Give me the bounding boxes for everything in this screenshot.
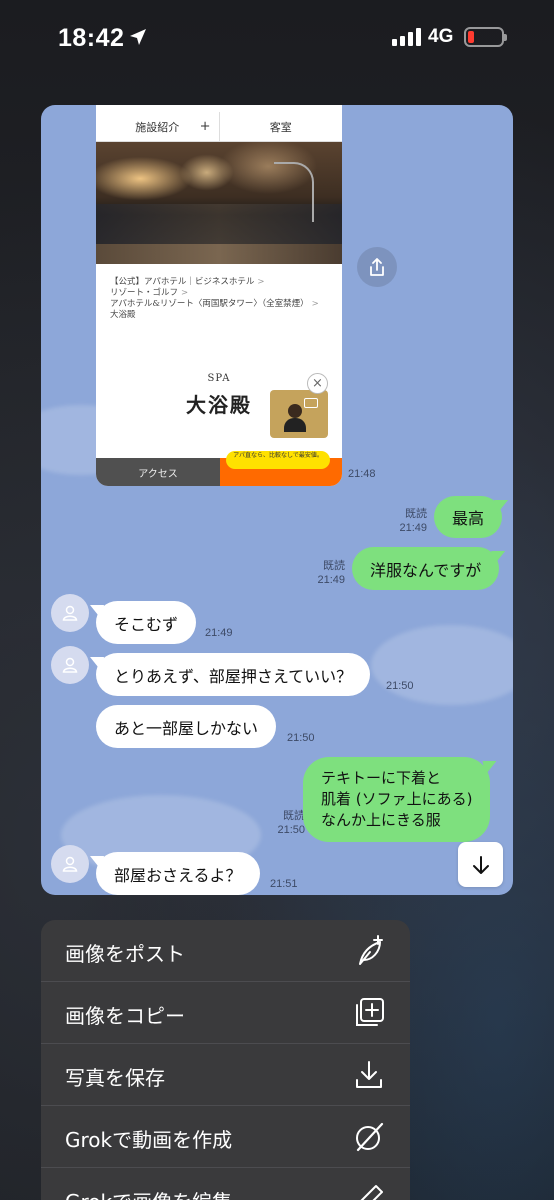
message-bubble-other[interactable]: そこむず bbox=[96, 601, 197, 644]
status-time: 18:42 bbox=[58, 24, 125, 52]
breadcrumb-item: 【公式】アパホテル｜ビジネスホテル bbox=[110, 277, 255, 287]
message-text: テキトーに下着と 肌着 (ソファ上にある) なんか上にきる服 bbox=[321, 769, 473, 829]
battery-icon bbox=[464, 27, 507, 47]
avatar[interactable] bbox=[51, 845, 89, 883]
menu-item-copy-image[interactable]: 画像をコピー bbox=[41, 982, 410, 1044]
message-time: 21:49 bbox=[205, 627, 233, 639]
location-arrow-icon bbox=[128, 27, 148, 51]
message-bubble-other[interactable]: 部屋おさえるよ？ bbox=[96, 852, 260, 895]
context-menu: 画像をポスト 画像をコピー 写真を保存 Grokで動画を作成 Grokで画像を編… bbox=[41, 920, 410, 1200]
person-icon bbox=[62, 657, 78, 673]
menu-item-label: 画像をポスト bbox=[65, 942, 185, 966]
menu-item-label: Grokで画像を編集 bbox=[65, 1186, 232, 1200]
message-bubble-other[interactable]: あと一部屋しかない bbox=[96, 705, 277, 748]
image-tabs: 施設紹介 + 客室 bbox=[96, 112, 342, 142]
message-bubble-mine[interactable]: テキトーに下着と 肌着 (ソファ上にある) なんか上にきる服 bbox=[303, 757, 491, 842]
message-text: とりあえず、部屋押さえていい？ bbox=[114, 666, 353, 686]
message-text: 洋服なんですが bbox=[370, 560, 482, 580]
read-receipt: 既読 21:49 bbox=[317, 560, 345, 586]
avatar[interactable] bbox=[51, 646, 89, 684]
person-icon bbox=[62, 856, 78, 872]
message-time: 21:50 bbox=[287, 732, 315, 744]
message-time: 21:50 bbox=[386, 680, 414, 692]
menu-item-post-image[interactable]: 画像をポスト bbox=[41, 920, 410, 982]
cellular-signal-icon bbox=[392, 28, 421, 46]
message-text: そこむず bbox=[114, 614, 179, 634]
image-breadcrumb: 【公式】アパホテル｜ビジネスホテル > リゾート・ゴルフ > アパホテル&リゾート〈… bbox=[110, 277, 330, 321]
background-cloud bbox=[371, 625, 513, 705]
breadcrumb-item: アパホテル&リゾート〈両国駅タワー〉（全室禁煙） bbox=[110, 299, 309, 309]
close-icon: × bbox=[307, 373, 328, 394]
chat-preview[interactable]: 施設紹介 + 客室 【公式】アパホテル｜ビジネスホテル > リゾート・ゴルフ > ア… bbox=[41, 105, 513, 895]
message-time: 21:48 bbox=[348, 468, 376, 480]
download-icon bbox=[356, 1061, 382, 1088]
menu-item-label: Grokで動画を作成 bbox=[65, 1128, 233, 1152]
menu-item-label: 画像をコピー bbox=[65, 1004, 185, 1028]
avatar[interactable] bbox=[51, 594, 89, 632]
message-bubble-other[interactable]: とりあえず、部屋押さえていい？ bbox=[96, 653, 371, 696]
image-tab-label: 施設紹介 bbox=[135, 120, 180, 134]
promo-badge: アパ直なら、比較なしで最安値。 bbox=[226, 451, 330, 469]
message-text: あと一部屋しかない bbox=[114, 718, 259, 738]
share-button[interactable] bbox=[357, 247, 397, 287]
message-bubble-mine[interactable]: 洋服なんですが bbox=[352, 547, 500, 590]
person-icon bbox=[62, 605, 78, 621]
status-bar: 18:42 4G bbox=[0, 0, 554, 76]
menu-item-grok-edit[interactable]: Grokで画像を編集 bbox=[41, 1168, 410, 1200]
network-type: 4G bbox=[428, 26, 454, 47]
grok-icon bbox=[356, 1122, 384, 1152]
message-text: 最高 bbox=[452, 509, 485, 528]
feather-plus-icon bbox=[359, 935, 383, 965]
chat-support-icon bbox=[270, 390, 328, 438]
message-text: 部屋おさえるよ？ bbox=[114, 865, 242, 885]
breadcrumb-separator: > bbox=[311, 299, 319, 309]
scroll-to-bottom-button[interactable] bbox=[458, 842, 503, 887]
breadcrumb-separator: > bbox=[257, 277, 265, 287]
copy-plus-icon bbox=[356, 998, 384, 1026]
spa-label: SPA bbox=[207, 373, 231, 384]
share-icon bbox=[370, 258, 384, 276]
read-receipt: 既読 21:49 bbox=[399, 508, 427, 534]
spa-photo bbox=[96, 142, 342, 264]
plus-icon: + bbox=[199, 119, 211, 134]
message-time: 21:51 bbox=[270, 878, 298, 890]
menu-item-save-photo[interactable]: 写真を保存 bbox=[41, 1044, 410, 1106]
breadcrumb-item: リゾート・ゴルフ bbox=[110, 288, 179, 298]
read-receipt: 既読 21:50 bbox=[277, 810, 305, 836]
image-tab-label: 客室 bbox=[269, 120, 292, 134]
menu-item-grok-video[interactable]: Grokで動画を作成 bbox=[41, 1106, 410, 1168]
image-tab: 施設紹介 + bbox=[96, 112, 220, 141]
image-tab: 客室 bbox=[220, 112, 343, 141]
arrow-down-icon bbox=[472, 855, 489, 874]
breadcrumb-separator: > bbox=[181, 288, 189, 298]
message-bubble-mine[interactable]: 最高 bbox=[434, 496, 503, 538]
menu-item-label: 写真を保存 bbox=[65, 1066, 165, 1090]
breadcrumb-item: 大浴殿 bbox=[110, 310, 136, 320]
shared-image-message[interactable]: 施設紹介 + 客室 【公式】アパホテル｜ビジネスホテル > リゾート・ゴルフ > ア… bbox=[96, 105, 342, 486]
access-label: アクセス bbox=[96, 458, 220, 486]
pencil-icon bbox=[360, 1185, 383, 1200]
